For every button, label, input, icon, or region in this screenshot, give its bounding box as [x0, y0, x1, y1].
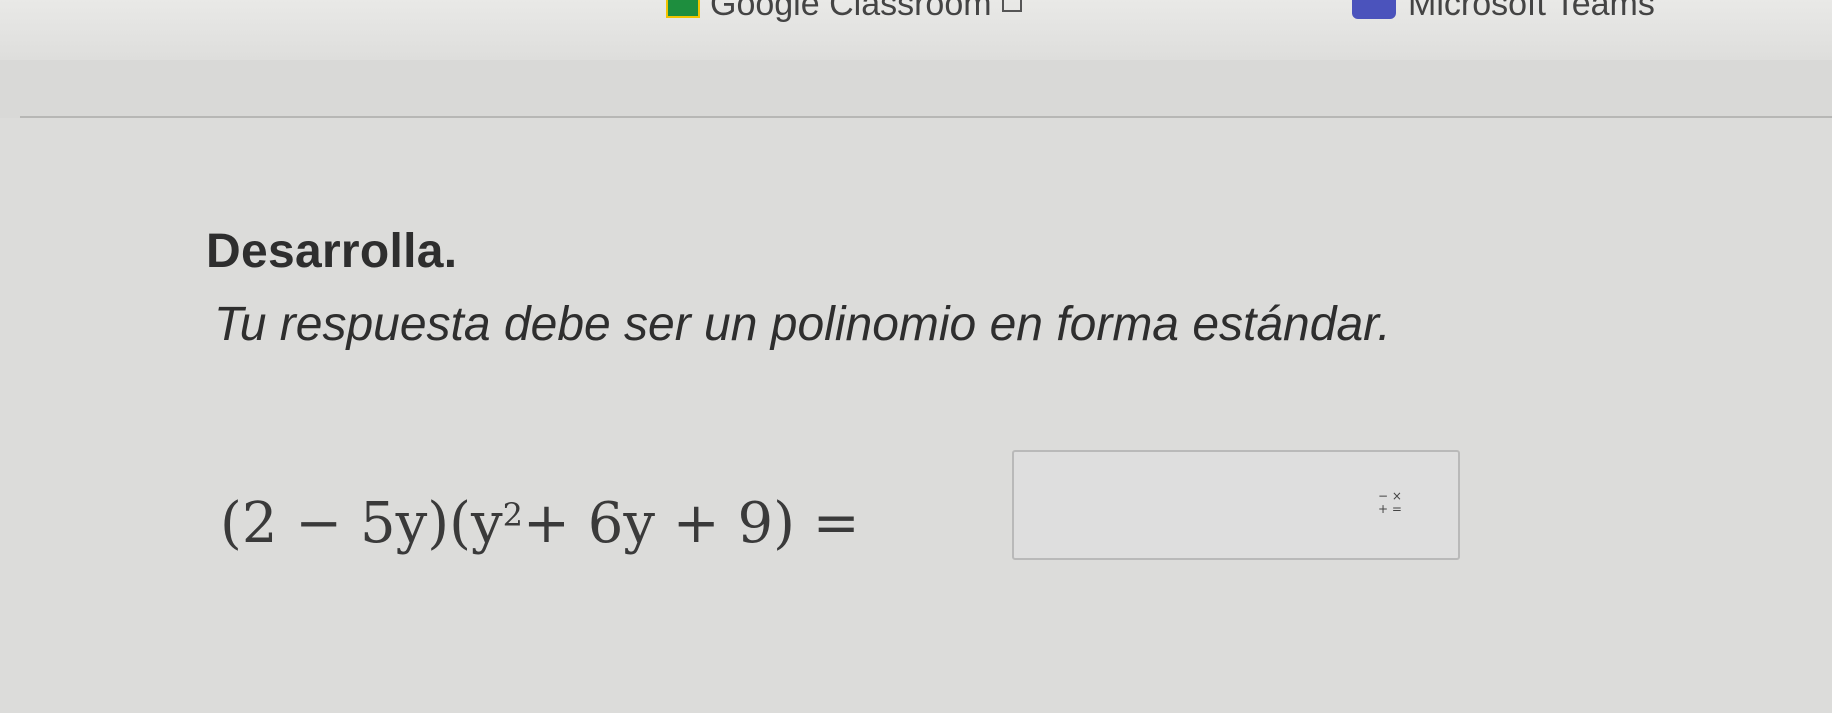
bookmark-microsoft-teams[interactable]: Microsoft Teams: [1352, 0, 1655, 23]
question-title: Desarrolla.: [206, 225, 458, 278]
bookmark-label: Google Classroom: [710, 0, 992, 23]
expression-main: (2 − 5y)(y: [220, 490, 503, 556]
math-keypad-icon[interactable]: − × + =: [1376, 490, 1404, 524]
expression-rest: + 6y + 9) =: [522, 490, 860, 556]
square-icon: [1001, 0, 1022, 12]
question-instruction: Tu respuesta debe ser un polinomio en fo…: [214, 298, 1391, 351]
question-panel: [0, 118, 1832, 713]
keypad-bottom: + =: [1378, 502, 1402, 516]
expression-exponent: 2: [502, 496, 523, 534]
bookmark-google-classroom[interactable]: Google Classroom: [666, 0, 1022, 23]
bookmarks-bar: Google Classroom Microsoft Teams: [0, 0, 1832, 60]
math-expression: (2 − 5y)(y 2 + 6y + 9) =: [220, 488, 860, 558]
bookmark-label: Microsoft Teams: [1408, 0, 1655, 23]
microsoft-teams-icon: [1352, 0, 1396, 19]
google-classroom-icon: [666, 0, 700, 18]
